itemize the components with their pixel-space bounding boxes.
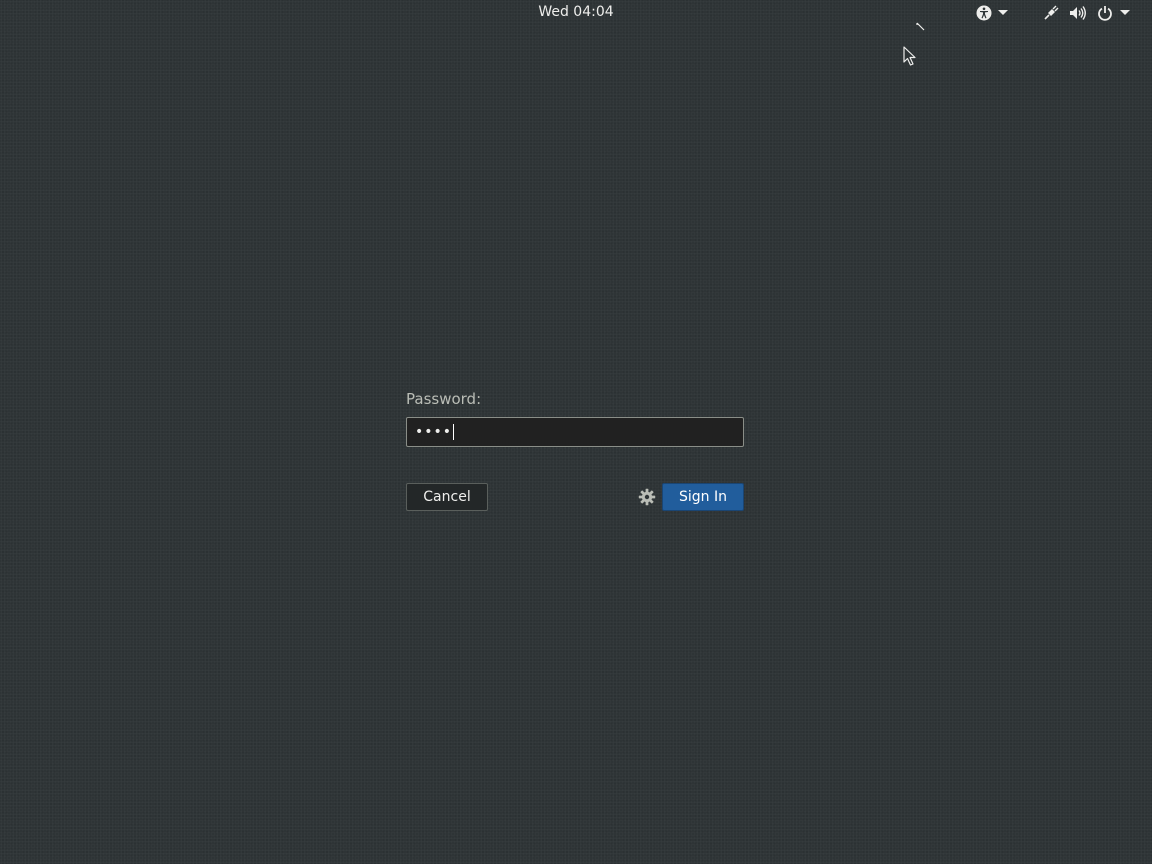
- accessibility-icon: [976, 5, 992, 21]
- power-icon: [1098, 6, 1112, 21]
- login-buttons: Cancel Sign In: [406, 483, 744, 513]
- sign-in-button-label: Sign In: [679, 489, 727, 505]
- volume-icon: [1070, 6, 1086, 20]
- mouse-pointer-icon: [903, 46, 916, 66]
- top-bar: Wed 04:04: [0, 0, 1152, 26]
- sign-in-button[interactable]: Sign In: [662, 483, 744, 511]
- password-label: Password:: [406, 390, 482, 408]
- dropdown-arrow-icon: [1120, 10, 1130, 15]
- password-value: ••••: [415, 424, 453, 440]
- clock-label[interactable]: Wed 04:04: [538, 4, 613, 20]
- password-input[interactable]: ••••: [406, 417, 744, 447]
- text-caret: [453, 424, 455, 440]
- cancel-button[interactable]: Cancel: [406, 483, 488, 511]
- gear-icon[interactable]: [638, 488, 656, 506]
- system-menu[interactable]: [1043, 3, 1130, 23]
- accessibility-menu[interactable]: [976, 3, 1008, 23]
- wired-network-icon: [1044, 5, 1059, 20]
- power-menu[interactable]: [1097, 5, 1130, 21]
- login-dialog: Password: •••• Cancel Sign In: [406, 388, 744, 513]
- cancel-button-label: Cancel: [423, 489, 471, 505]
- cursor-artifact: [916, 22, 925, 31]
- dropdown-arrow-icon: [998, 10, 1008, 15]
